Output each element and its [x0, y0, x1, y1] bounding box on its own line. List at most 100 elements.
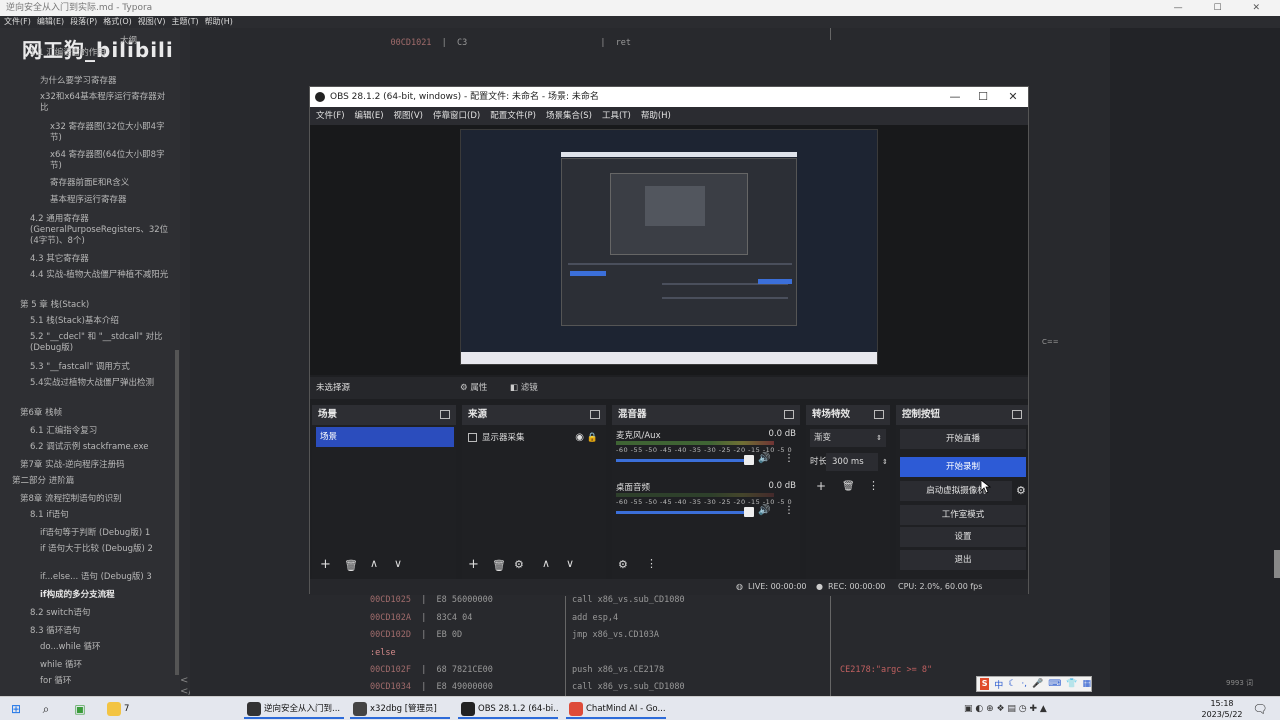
typora-menu-item[interactable]: 主题(T)	[171, 16, 198, 28]
outline-item[interactable]: x64 寄存器图(64位大小即8字节)	[50, 150, 170, 172]
outline-item[interactable]: x32 寄存器图(32位大小即4字节)	[50, 122, 170, 144]
remove-scene-icon[interactable]: 🗑	[344, 559, 358, 572]
outline-item[interactable]: 5.1 栈(Stack)基本介绍	[30, 316, 170, 327]
source-item[interactable]: 显示器采集 ◉ 🔒	[468, 429, 602, 447]
obs-menu-item[interactable]: 停靠窗口(D)	[433, 107, 480, 125]
start-streaming-button[interactable]: 开始直播	[900, 429, 1026, 449]
remove-source-icon[interactable]: 🗑	[492, 559, 506, 572]
outline-item[interactable]: for 循环	[40, 676, 170, 687]
undock-icon[interactable]	[1012, 410, 1022, 419]
more-options-icon[interactable]: ⋮	[784, 505, 794, 516]
outline-item[interactable]: 6.1 汇编指令复习	[30, 426, 170, 437]
editor-scrollbar[interactable]	[1274, 550, 1280, 578]
outline-item[interactable]: if...else... 语句 (Debug版) 3	[40, 572, 170, 583]
undock-icon[interactable]	[440, 410, 450, 419]
move-down-icon[interactable]: ∨	[566, 557, 574, 570]
filters-button[interactable]: ◧ 滤镜	[510, 377, 538, 399]
obs-menu-item[interactable]: 文件(F)	[316, 107, 345, 125]
outline-item[interactable]: 8.1 if语句	[30, 510, 170, 521]
taskbar-app[interactable]: ChatMind AI - Go...	[566, 699, 666, 719]
outline-item[interactable]: 8.2 switch语句	[30, 608, 170, 619]
outline-item[interactable]: while 循环	[40, 660, 170, 671]
speaker-icon[interactable]: 🔊	[758, 453, 770, 464]
outline-item[interactable]: 第二部分 进阶篇	[12, 476, 170, 487]
notification-icon[interactable]: 🗨	[1252, 701, 1268, 717]
outline-item[interactable]: 为什么要学习寄存器	[40, 76, 170, 87]
duration-input[interactable]: 300 ms	[826, 453, 878, 471]
move-up-icon[interactable]: ∧	[370, 557, 378, 570]
outline-item[interactable]: 4.3 其它寄存器	[30, 254, 170, 265]
outline-item[interactable]: 5.2 "__cdecl" 和 "__stdcall" 对比(Debug版)	[30, 332, 170, 354]
word-count[interactable]: 9993 词	[1226, 678, 1253, 688]
properties-button[interactable]: ⚙ 属性	[460, 377, 487, 399]
obs-menu-item[interactable]: 配置文件(P)	[490, 107, 536, 125]
obs-menu-item[interactable]: 视图(V)	[394, 107, 423, 125]
add-transition-icon[interactable]: +	[816, 479, 826, 493]
visibility-eye-icon[interactable]: ◉	[575, 429, 584, 447]
outline-item[interactable]: 第8章 流程控制语句的识别	[20, 494, 170, 505]
taskbar-app[interactable]: OBS 28.1.2 (64-bi...	[458, 699, 558, 719]
speaker-icon[interactable]: 🔊	[758, 505, 770, 516]
ime-keyboard-icon[interactable]: ⌨	[1048, 679, 1061, 689]
outline-item[interactable]: 大纲	[120, 36, 170, 47]
duration-stepper-icon[interactable]: ⇕	[882, 453, 888, 471]
remove-transition-icon[interactable]: 🗑	[842, 481, 855, 492]
audio-settings-gear-icon[interactable]: ⚙	[618, 558, 628, 571]
outline-item[interactable]: if语句等于判断 (Debug版) 1	[40, 528, 170, 539]
volume-slider[interactable]	[616, 459, 752, 462]
source-properties-gear-icon[interactable]: ⚙	[514, 558, 524, 571]
more-options-icon[interactable]: ⋮	[868, 479, 879, 492]
ime-mic-icon[interactable]: 🎤	[1032, 679, 1043, 689]
typora-menu-item[interactable]: 格式(O)	[103, 16, 132, 28]
outline-item[interactable]: 6.2 调试示例 stackframe.exe	[30, 442, 170, 453]
start-recording-button[interactable]: 开始录制	[900, 457, 1026, 477]
taskbar-app[interactable]: 7	[104, 699, 148, 719]
volume-slider-handle[interactable]	[744, 507, 754, 517]
ime-grid-icon[interactable]: ▦	[1082, 679, 1091, 689]
taskbar-app[interactable]: 逆向安全从入门到...	[244, 699, 344, 719]
typora-menu-item[interactable]: 编辑(E)	[37, 16, 64, 28]
transition-select[interactable]: 渐变 ⇕	[810, 429, 886, 447]
add-source-icon[interactable]: +	[468, 557, 479, 572]
typora-menu-item[interactable]: 段落(P)	[70, 16, 97, 28]
outline-item[interactable]: 第7章 实战-逆向程序注册码	[20, 460, 170, 471]
outline-item[interactable]: x32和x64基本程序运行寄存器对比	[40, 92, 170, 114]
search-icon[interactable]: ⌕	[38, 701, 54, 717]
outline-item[interactable]: 8.3 循环语句	[30, 626, 170, 637]
outline-item[interactable]: 第6章 栈帧	[20, 408, 170, 419]
outline-item[interactable]: do...while 循环	[40, 642, 170, 653]
outline-item[interactable]: if构成的多分支流程	[40, 590, 170, 601]
outline-item[interactable]: if 语句大于比较 (Debug版) 2	[40, 544, 170, 555]
outline-item[interactable]: 寄存器前面E和R含义	[50, 178, 170, 189]
minimize-button[interactable]: —	[940, 87, 970, 107]
virtual-camera-gear-icon[interactable]: ⚙	[1016, 481, 1028, 501]
obs-menu-item[interactable]: 工具(T)	[602, 107, 631, 125]
ime-moon-icon[interactable]: ☾	[1008, 679, 1016, 689]
ime-punctuation-icon[interactable]: ·,	[1021, 679, 1027, 689]
obs-menu-item[interactable]: 编辑(E)	[355, 107, 384, 125]
move-down-icon[interactable]: ∨	[394, 557, 402, 570]
studio-mode-button[interactable]: 工作室模式	[900, 505, 1026, 525]
start-virtual-camera-button[interactable]: 启动虚拟摄像机	[900, 481, 1012, 501]
typora-menu-item[interactable]: 帮助(H)	[205, 16, 233, 28]
typora-window-controls[interactable]: — ☐ ✕	[1174, 0, 1274, 16]
undock-icon[interactable]	[784, 410, 794, 419]
taskbar-app[interactable]: x32dbg [管理员]	[350, 699, 450, 719]
outline-item[interactable]: 第 5 章 栈(Stack)	[20, 300, 170, 311]
tray-icons[interactable]: ▣ ◐ ⊕ ❖ ▤ ◷ ✚ ▲	[964, 699, 1047, 719]
undock-icon[interactable]	[874, 410, 884, 419]
outline-item[interactable]: 4.2 通用寄存器(GeneralPurposeRegisters、32位(4字…	[30, 214, 170, 247]
move-up-icon[interactable]: ∧	[542, 557, 550, 570]
obs-menu-item[interactable]: 帮助(H)	[641, 107, 671, 125]
sogou-logo-icon[interactable]: S	[980, 678, 990, 690]
maximize-button[interactable]: ☐	[968, 87, 998, 107]
volume-slider[interactable]	[616, 511, 752, 514]
preview-canvas[interactable]	[460, 129, 878, 365]
volume-slider-handle[interactable]	[744, 455, 754, 465]
more-options-icon[interactable]: ⋮	[646, 557, 657, 570]
lock-icon[interactable]: 🔒	[587, 429, 598, 447]
settings-button[interactable]: 设置	[900, 527, 1026, 547]
close-button[interactable]: ✕	[998, 87, 1028, 107]
outline-item[interactable]: 1.1 汇编语言的作用	[30, 48, 170, 59]
windows-start-icon[interactable]: ⊞	[8, 701, 24, 717]
